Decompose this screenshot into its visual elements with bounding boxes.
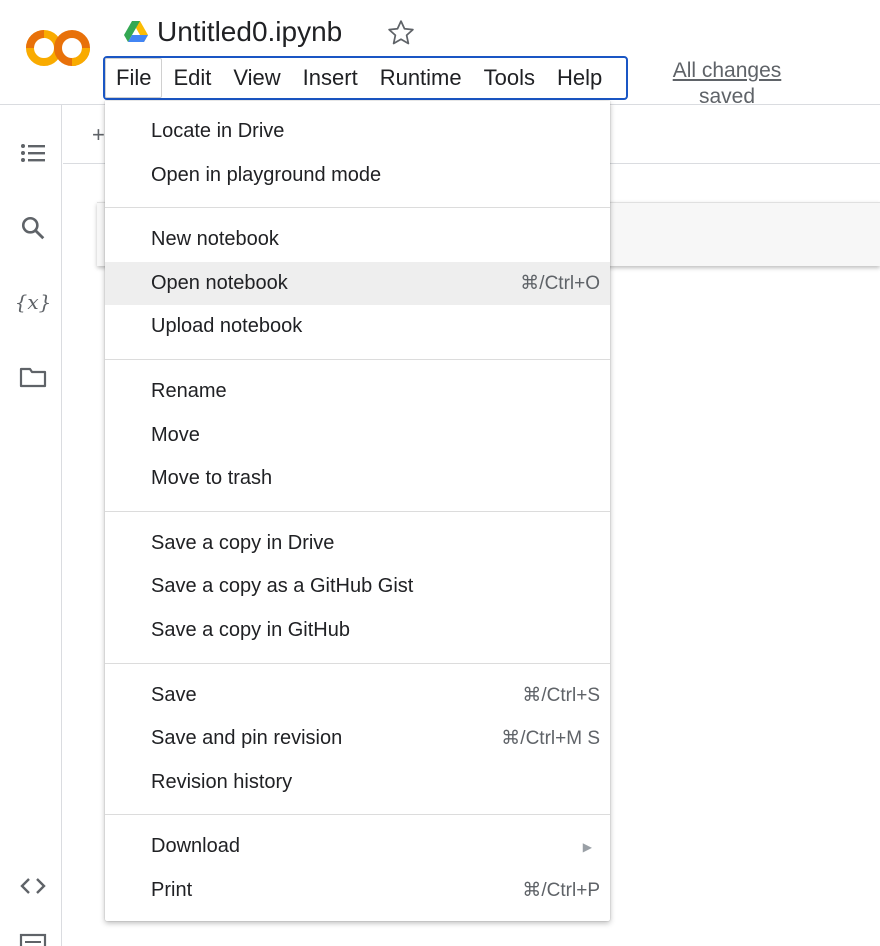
menu-item-save[interactable]: Save ⌘/Ctrl+S (105, 674, 610, 717)
menu-item-save-a-copy-in-github[interactable]: Save a copy in GitHub (105, 609, 610, 652)
menu-item-download[interactable]: Download ▶ (105, 825, 610, 868)
file-menu-dropdown: Locate in Drive Open in playground mode Ne… (105, 101, 610, 921)
menu-item-new-notebook[interactable]: New notebook (105, 218, 610, 261)
menu-item-print[interactable]: Print ⌘/Ctrl+P (105, 869, 610, 912)
folder-icon[interactable] (18, 362, 48, 392)
menu-item-label: Rename (151, 380, 227, 402)
menu-item-open-in-playground-mode[interactable]: Open in playground mode (105, 154, 610, 197)
menu-item-save-a-copy-in-drive[interactable]: Save a copy in Drive (105, 522, 610, 565)
menu-item-shortcut: ⌘/Ctrl+S (522, 684, 600, 706)
terminal-icon[interactable] (18, 928, 48, 946)
menu-separator (105, 814, 610, 816)
save-status[interactable]: All changes saved (666, 58, 788, 110)
star-icon[interactable] (386, 18, 416, 48)
menu-item-label: Upload notebook (151, 315, 303, 338)
menu-item-open-notebook[interactable]: Open notebook ⌘/Ctrl+O (105, 261, 610, 305)
menu-runtime[interactable]: Runtime (369, 58, 473, 98)
menu-insert[interactable]: Insert (292, 58, 369, 98)
menu-separator (105, 510, 610, 512)
menu-item-label: Open in playground mode (151, 163, 382, 186)
menu-item-label: New notebook (151, 228, 279, 251)
code-snippets-icon[interactable] (18, 871, 48, 901)
menu-item-save-and-pin-revision[interactable]: Save and pin revision ⌘/Ctrl+M S (105, 717, 610, 760)
menu-item-label: Save a copy in Drive (151, 531, 335, 554)
submenu-arrow-icon: ▶ (582, 839, 592, 854)
menu-item-shortcut: ⌘/Ctrl+M S (501, 728, 600, 750)
menu-item-rename[interactable]: Rename (105, 370, 610, 413)
menu-item-shortcut: ⌘/Ctrl+P (522, 880, 600, 901)
variables-icon[interactable]: {x} (15, 287, 52, 317)
menu-file[interactable]: File (105, 58, 163, 98)
menu-item-label: Download (151, 835, 240, 858)
table-of-contents-icon[interactable] (18, 138, 48, 168)
menu-item-locate-in-drive[interactable]: Locate in Drive (105, 110, 610, 153)
menu-item-save-a-copy-as-a-github-gist[interactable]: Save a copy as a GitHub Gist (105, 565, 610, 608)
menu-item-label: Locate in Drive (151, 120, 285, 142)
menu-item-label: Save and pin revision (151, 727, 343, 750)
google-drive-icon[interactable] (123, 20, 149, 44)
menu-item-revision-history[interactable]: Revision history (105, 761, 610, 804)
menu-view[interactable]: View (222, 58, 291, 98)
menu-item-label: Print (151, 879, 193, 901)
menu-item-label: Move to trash (151, 467, 273, 490)
left-rail: {x} (0, 105, 62, 946)
menu-item-label: Save (151, 683, 197, 706)
add-code-symbol[interactable]: + (92, 122, 105, 148)
save-status-line2: saved (698, 85, 756, 108)
menu-item-shortcut: ⌘/Ctrl+O (520, 272, 600, 294)
search-icon[interactable] (18, 213, 48, 243)
menu-item-label: Open notebook (151, 271, 288, 294)
menu-item-move-to-trash[interactable]: Move to trash (105, 457, 610, 500)
menu-item-move[interactable]: Move (105, 414, 610, 457)
menu-item-label: Save a copy as a GitHub Gist (151, 575, 414, 598)
menu-item-label: Move (151, 423, 200, 446)
menu-help[interactable]: Help (546, 58, 613, 98)
menu-separator (105, 662, 610, 664)
menu-item-label: Save a copy in GitHub (151, 619, 350, 641)
menu-edit[interactable]: Edit (162, 58, 222, 98)
menu-item-upload-notebook[interactable]: Upload notebook (105, 305, 610, 348)
save-status-line1[interactable]: All changes (666, 58, 788, 84)
colab-logo[interactable] (22, 24, 92, 72)
menu-bar: File Edit View Insert Runtime Tools Help (103, 56, 628, 100)
menu-separator (105, 359, 610, 360)
notebook-title[interactable]: Untitled0.ipynb (157, 14, 342, 50)
menu-item-label: Revision history (151, 770, 293, 793)
menu-tools[interactable]: Tools (473, 58, 546, 98)
menu-separator (105, 207, 610, 209)
